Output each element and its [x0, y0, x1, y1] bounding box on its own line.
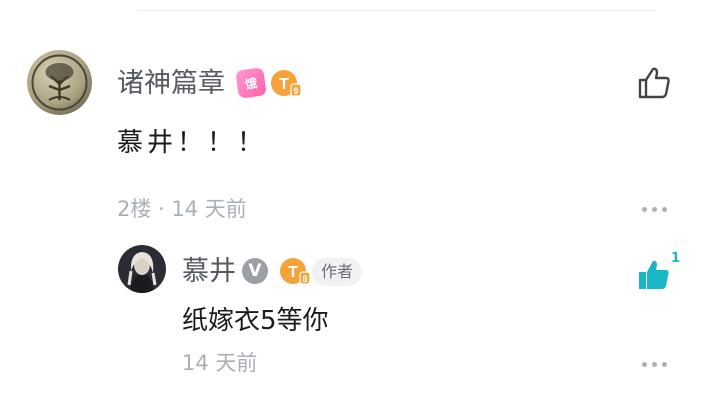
reply-meta: 14 天前	[182, 351, 258, 375]
reply-username[interactable]: 慕井	[182, 258, 236, 285]
like-button[interactable]	[636, 66, 672, 104]
reply-like-button[interactable]	[636, 258, 672, 296]
username[interactable]: 诸神篇章	[117, 70, 225, 97]
level-badge: T 9	[270, 68, 302, 98]
svg-text:8: 8	[302, 274, 307, 284]
verified-badge: V	[242, 258, 268, 284]
reply-avatar[interactable]	[118, 245, 166, 293]
top-divider	[138, 10, 656, 11]
like-count: 1	[671, 251, 681, 266]
decor-badge: 饿	[235, 67, 267, 99]
reply-level-badge: T 8	[279, 256, 311, 286]
thumbs-up-icon	[638, 67, 670, 99]
more-options-icon[interactable]	[642, 362, 668, 368]
more-options-icon[interactable]	[642, 207, 668, 213]
svg-text:T: T	[279, 76, 289, 93]
thumbs-up-filled-icon	[639, 260, 669, 289]
reply-text: 纸嫁衣5等你	[182, 306, 329, 336]
svg-text:T: T	[288, 264, 298, 281]
comment-text: 慕井！！！	[117, 128, 268, 158]
svg-text:9: 9	[293, 86, 298, 96]
comment-meta: 2楼 · 14 天前	[117, 197, 247, 221]
author-tag: 作者	[312, 258, 363, 286]
avatar[interactable]	[27, 50, 92, 115]
